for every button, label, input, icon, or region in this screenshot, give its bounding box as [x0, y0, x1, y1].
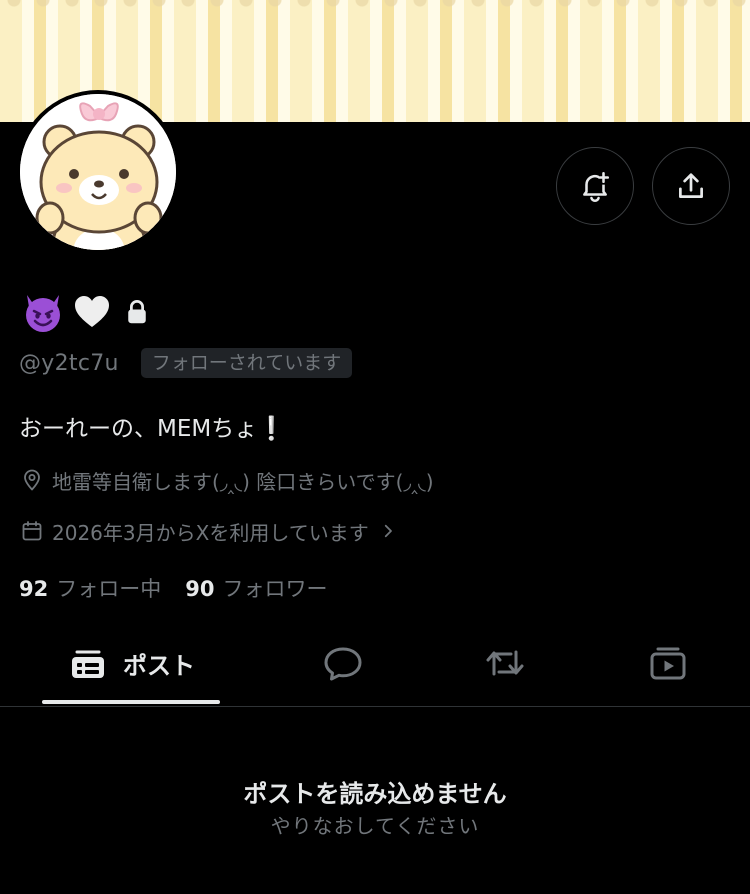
tab-posts-label: ポスト [123, 651, 195, 680]
media-icon [650, 647, 686, 680]
empty-state-title: ポストを読み込めません [243, 780, 507, 808]
avatar[interactable] [16, 90, 180, 254]
avatar-image [20, 94, 176, 250]
share-icon [679, 173, 703, 198]
following-link[interactable]: 92 フォロー中 [19, 573, 161, 603]
profile-joined[interactable]: 2026年3月からXを利用しています [20, 516, 397, 546]
follows-you-badge: フォローされています [140, 348, 353, 378]
empty-state-subtitle: やりなおしてください [270, 814, 480, 838]
active-tab-indicator [42, 700, 220, 704]
location-text: 地雷等自衛します(◞‸◟) 陰口きらいです(◞‸◟) [52, 469, 434, 494]
following-label: フォロー中 [56, 577, 162, 601]
chevron-right-icon [384, 524, 392, 538]
follow-counts: 92 フォロー中 90 フォロワー [19, 572, 327, 604]
following-count: 92 [19, 577, 49, 601]
joined-text: 2026年3月からXを利用しています [52, 520, 369, 545]
tab-media[interactable] [628, 620, 708, 706]
tab-replies[interactable] [303, 620, 383, 706]
display-name [20, 290, 152, 334]
posts-icon [72, 650, 104, 678]
lock-icon [128, 300, 146, 324]
bear-avatar-illustration [20, 94, 176, 250]
repost-icon [486, 650, 524, 676]
banner-scallop-edge [0, 0, 750, 12]
profile-bio: おーれーの、MEMちょ❕ [19, 411, 286, 447]
white-heart-emoji [75, 296, 109, 327]
handle-row: @y2tc7u フォローされています [19, 346, 353, 380]
followers-count: 90 [185, 577, 215, 601]
tab-posts[interactable]: ポスト [42, 620, 220, 706]
profile-location: 地雷等自衛します(◞‸◟) 陰口きらいです(◞‸◟) [20, 465, 434, 495]
profile-tabs: ポスト [0, 620, 750, 707]
followers-link[interactable]: 90 フォロワー [185, 573, 327, 603]
followers-label: フォロワー [222, 577, 328, 601]
tab-reposts[interactable] [465, 620, 545, 706]
location-pin-icon [24, 469, 40, 491]
reply-bubble-icon [324, 647, 362, 681]
bio-text: おーれーの、MEMちょ❕ [19, 416, 286, 442]
bell-plus-icon [583, 171, 610, 202]
user-handle: @y2tc7u [19, 350, 119, 376]
calendar-icon [22, 521, 42, 541]
notify-button[interactable] [556, 147, 634, 225]
smiling-devil-emoji [26, 295, 60, 332]
share-button[interactable] [652, 147, 730, 225]
